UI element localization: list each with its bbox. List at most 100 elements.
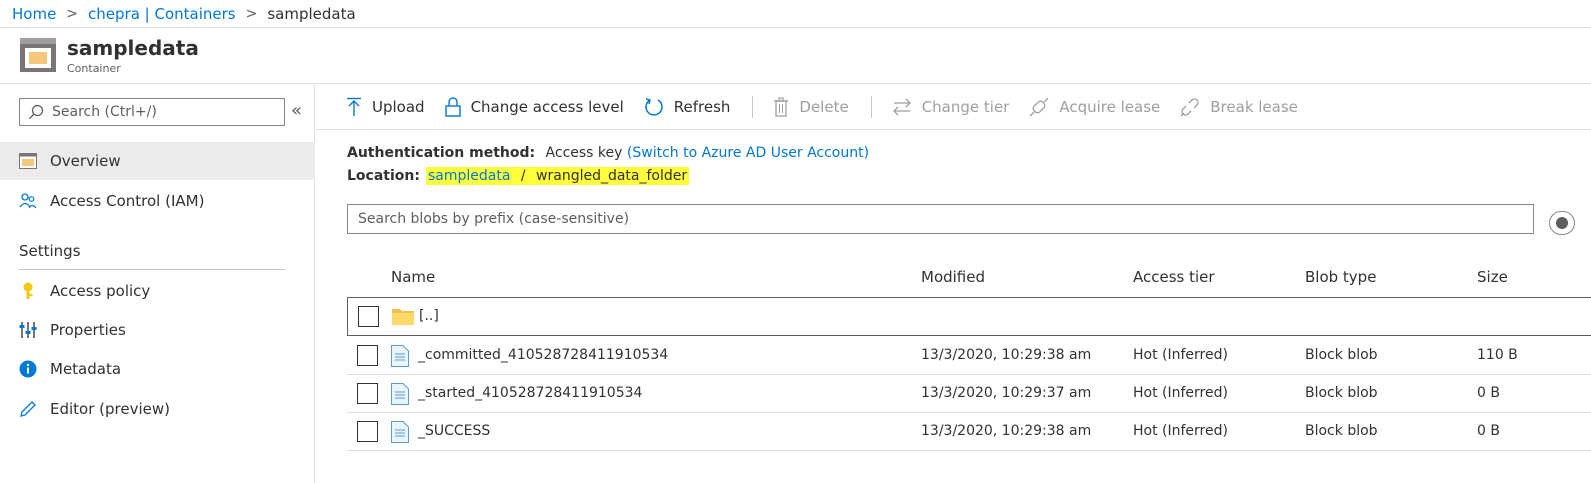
location-separator: /: [520, 168, 526, 184]
chevron-right-icon: >: [66, 5, 79, 22]
breadcrumb: Home > chepra | Containers > sampledata: [0, 0, 1591, 28]
location-label: Location:: [347, 168, 420, 184]
sidebar: Search (Ctrl+/) « Overview Access Contro…: [0, 84, 315, 483]
row-modified: 13/3/2020, 10:29:38 am: [921, 347, 1092, 363]
table-row[interactable]: _committed_410528728411910534 13/3/2020,…: [347, 337, 1591, 375]
sidebar-item-label: Properties: [50, 321, 126, 339]
row-blob-type: Block blob: [1305, 385, 1378, 401]
break-lease-label: Break lease: [1210, 97, 1298, 116]
upload-label: Upload: [372, 97, 425, 116]
change-access-label: Change access level: [470, 97, 624, 116]
break-lease-button[interactable]: Break lease: [1180, 97, 1298, 117]
row-checkbox[interactable]: [357, 421, 378, 442]
column-header-modified[interactable]: Modified: [921, 268, 985, 286]
sidebar-item-access-control[interactable]: Access Control (IAM): [0, 182, 315, 220]
table-row[interactable]: _SUCCESS 13/3/2020, 10:29:38 am Hot (Inf…: [347, 413, 1591, 451]
row-name[interactable]: _committed_410528728411910534: [418, 347, 668, 363]
location-folder: wrangled_data_folder: [536, 168, 688, 184]
page-header: sampledata Container: [0, 28, 1591, 84]
file-icon: [391, 383, 409, 405]
blob-search-placeholder: Search blobs by prefix (case-sensitive): [358, 211, 630, 227]
change-access-level-button[interactable]: Change access level: [444, 96, 624, 117]
row-access-tier: Hot (Inferred): [1133, 423, 1228, 439]
sidebar-item-label: Metadata: [50, 360, 122, 378]
container-icon: [20, 38, 56, 72]
row-blob-type: Block blob: [1305, 423, 1378, 439]
breadcrumb-parent[interactable]: chepra | Containers: [88, 5, 236, 23]
auth-value: Access key: [545, 145, 623, 161]
upload-button[interactable]: Upload: [346, 97, 425, 117]
file-icon: [391, 421, 409, 443]
folder-icon: [392, 309, 414, 325]
acquire-lease-button[interactable]: Acquire lease: [1029, 97, 1160, 117]
key-icon: [19, 282, 37, 300]
acquire-lease-label: Acquire lease: [1059, 97, 1161, 116]
toolbar: Upload Change access level Refresh Delet…: [316, 84, 1591, 130]
upload-icon: [347, 97, 361, 116]
delete-label: Delete: [799, 97, 849, 116]
location: Location: sampledata / wrangled_data_fol…: [347, 167, 690, 185]
sidebar-item-label: Access policy: [50, 282, 151, 300]
blob-search-input[interactable]: Search blobs by prefix (case-sensitive): [347, 204, 1534, 234]
column-header-access-tier[interactable]: Access tier: [1133, 268, 1215, 286]
search-icon: [29, 104, 44, 119]
row-access-tier: Hot (Inferred): [1133, 385, 1228, 401]
row-modified: 13/3/2020, 10:29:37 am: [921, 385, 1092, 401]
row-name[interactable]: _started_410528728411910534: [418, 385, 642, 401]
refresh-label: Refresh: [673, 97, 731, 116]
properties-icon: [19, 321, 37, 339]
sidebar-item-overview[interactable]: Overview: [0, 142, 315, 180]
broken-link-icon: [1180, 97, 1199, 116]
row-size: 0 B: [1477, 423, 1500, 439]
row-checkbox[interactable]: [358, 306, 379, 327]
main-content: Upload Change access level Refresh Delet…: [316, 84, 1591, 483]
column-header-blob-type[interactable]: Blob type: [1305, 268, 1376, 286]
divider: [19, 269, 285, 270]
row-name[interactable]: [..]: [419, 308, 439, 324]
column-header-name[interactable]: Name: [391, 268, 435, 286]
breadcrumb-home[interactable]: Home: [12, 5, 56, 23]
row-access-tier: Hot (Inferred): [1133, 347, 1228, 363]
switch-auth-link[interactable]: (Switch to Azure AD User Account): [627, 145, 869, 161]
row-modified: 13/3/2020, 10:29:38 am: [921, 423, 1092, 439]
toolbar-divider: [752, 95, 754, 118]
link-icon: [1029, 97, 1049, 116]
breadcrumb-current: sampledata: [267, 4, 356, 23]
sidebar-search-placeholder: Search (Ctrl+/): [52, 104, 157, 120]
sidebar-search-input[interactable]: Search (Ctrl+/): [19, 98, 285, 126]
row-checkbox[interactable]: [357, 383, 378, 404]
trash-icon: [774, 96, 789, 117]
auth-label: Authentication method:: [347, 145, 536, 161]
sidebar-item-properties[interactable]: Properties: [0, 311, 315, 349]
change-tier-label: Change tier: [921, 97, 1010, 116]
page-title: sampledata: [67, 36, 199, 60]
sidebar-item-access-policy[interactable]: Access policy: [0, 272, 315, 310]
info-icon: [19, 360, 37, 378]
delete-button[interactable]: Delete: [773, 96, 849, 117]
show-deleted-toggle[interactable]: [1549, 211, 1575, 235]
page-subtitle: Container: [67, 62, 121, 75]
row-name[interactable]: _SUCCESS: [418, 423, 490, 439]
row-blob-type: Block blob: [1305, 347, 1378, 363]
refresh-button[interactable]: Refresh: [644, 97, 731, 117]
pencil-icon: [19, 400, 37, 418]
sidebar-item-editor[interactable]: Editor (preview): [0, 390, 315, 428]
change-tier-button[interactable]: Change tier: [892, 97, 1010, 116]
sidebar-item-label: Access Control (IAM): [50, 192, 205, 210]
row-checkbox[interactable]: [357, 345, 378, 366]
overview-icon: [19, 152, 37, 170]
chevron-right-icon: >: [245, 5, 258, 22]
people-icon: [19, 192, 37, 210]
refresh-icon: [645, 97, 663, 116]
settings-section-title: Settings: [19, 242, 81, 260]
location-path: sampledata / wrangled_data_folder: [425, 167, 690, 185]
table-row[interactable]: _started_410528728411910534 13/3/2020, 1…: [347, 375, 1591, 413]
table-row-parent[interactable]: [..]: [347, 297, 1591, 336]
swap-icon: [892, 98, 911, 115]
location-container-link[interactable]: sampledata: [428, 168, 510, 184]
collapse-sidebar-button[interactable]: «: [291, 100, 302, 121]
row-size: 110 B: [1477, 347, 1518, 363]
row-size: 0 B: [1477, 385, 1500, 401]
sidebar-item-metadata[interactable]: Metadata: [0, 350, 315, 388]
column-header-size[interactable]: Size: [1477, 268, 1508, 286]
